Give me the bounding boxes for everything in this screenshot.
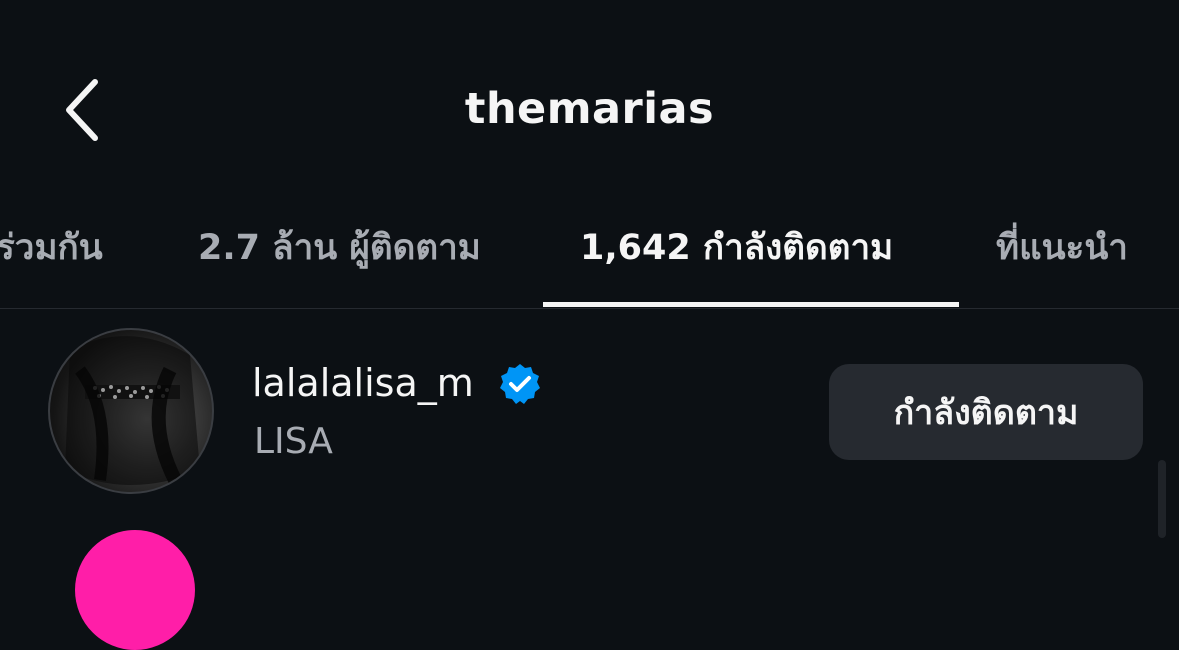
tab-suggested[interactable]: ที่แนะนำ — [996, 220, 1128, 275]
avatar[interactable] — [48, 328, 214, 494]
username[interactable]: lalalalisa_m — [252, 361, 474, 405]
header: themarias — [0, 0, 1179, 200]
tab-mutual[interactable]: ร่วมกัน — [0, 220, 103, 275]
scrollbar[interactable] — [1158, 460, 1166, 538]
page-title: themarias — [464, 84, 715, 134]
tab-bar: ร่วมกัน 2.7 ล้าน ผู้ติดตาม 1,642 กำลังติ… — [0, 200, 1179, 308]
full-name: LISA — [254, 421, 333, 462]
following-button[interactable]: กำลังติดตาม — [829, 364, 1143, 460]
active-tab-indicator — [543, 302, 959, 307]
tab-followers[interactable]: 2.7 ล้าน ผู้ติดตาม — [198, 220, 481, 275]
avatar[interactable] — [75, 530, 195, 650]
tab-following[interactable]: 1,642 กำลังติดตาม — [580, 220, 893, 275]
list-item[interactable]: lalalalisa_m LISA กำลังติดตาม — [0, 309, 1179, 509]
verified-badge-icon — [500, 364, 540, 404]
